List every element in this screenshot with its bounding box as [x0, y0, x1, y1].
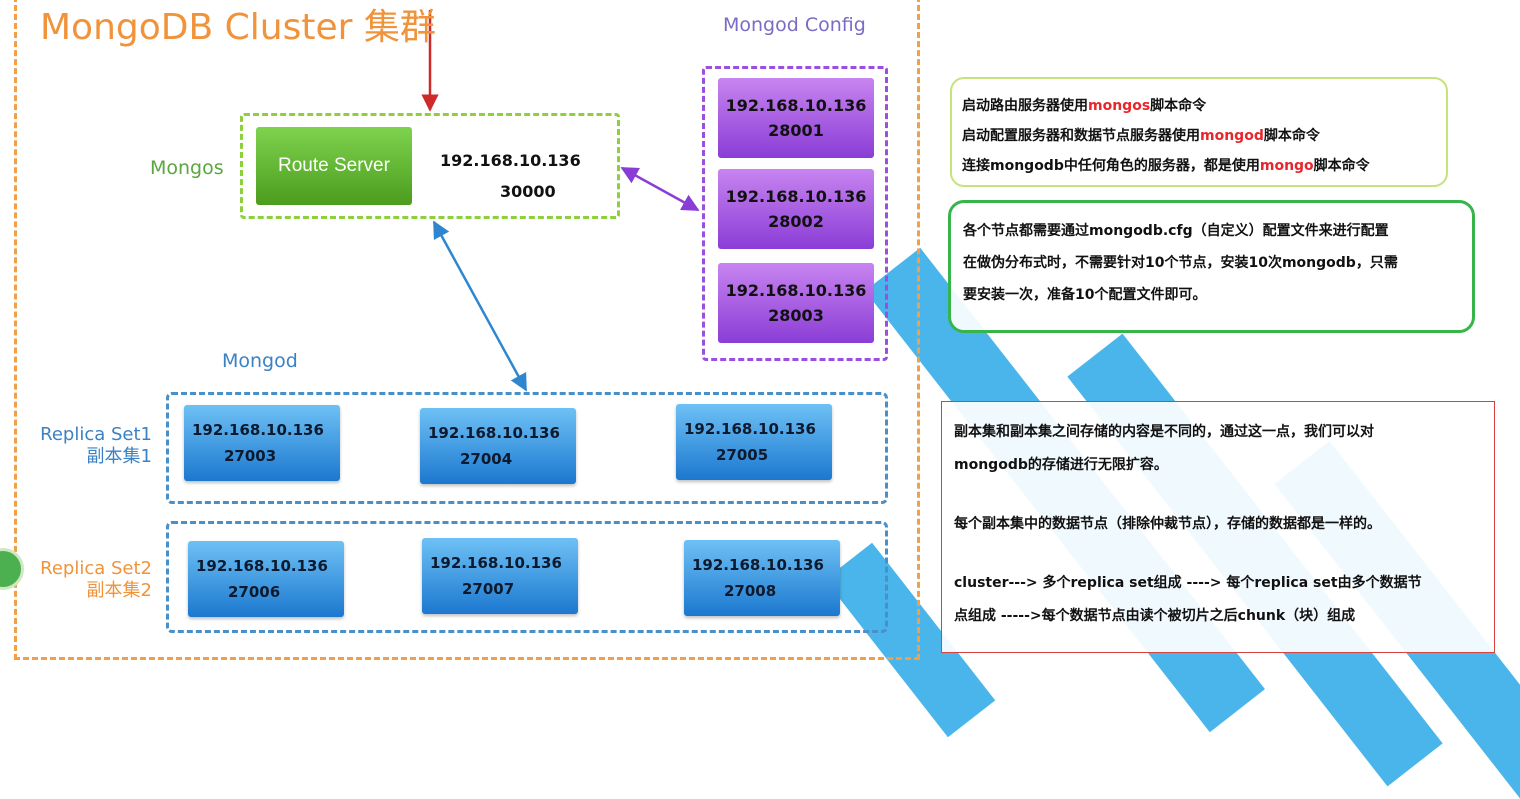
node-port: 27007: [462, 580, 515, 598]
node-ip: 192.168.10.136: [725, 281, 867, 300]
replica-set-name: Replica Set2: [40, 558, 152, 579]
node-ip: 192.168.10.136: [196, 557, 328, 575]
node-port: 28001: [768, 121, 824, 140]
replica-set-name-cn: 副本集1: [86, 446, 152, 467]
data-node: 192.168.10.136 27005: [676, 404, 832, 480]
note-line: mongodb的存储进行无限扩容。: [954, 457, 1168, 473]
node-ip: 192.168.10.136: [428, 424, 560, 442]
data-node: 192.168.10.136 27008: [684, 540, 840, 616]
mongod-label: Mongod: [222, 350, 298, 372]
node-port: 27004: [460, 450, 513, 468]
note-line: 各个节点都需要通过mongodb.cfg（自定义）配置文件来进行配置: [963, 223, 1389, 239]
route-server-label: Route Server: [278, 155, 390, 176]
route-server: Route Server: [256, 127, 412, 205]
note-replica: 副本集和副本集之间存储的内容是不同的，通过这一点，我们可以对 mongodb的存…: [941, 401, 1495, 653]
node-ip: 192.168.10.136: [725, 187, 867, 206]
note-line: 点组成 ----->每个数据节点由读个被切片之后chunk（块）组成: [954, 608, 1356, 624]
keyword: mongo: [1259, 158, 1314, 174]
node-port: 27005: [716, 446, 769, 464]
node-port: 27006: [228, 583, 281, 601]
data-node: 192.168.10.136 27007: [422, 538, 578, 614]
note-line: 连接mongodb中任何角色的服务器，都是使用mongo脚本命令: [962, 158, 1370, 174]
node-port: 27008: [724, 582, 777, 600]
note-line: 在做伪分布式时，不需要针对10个节点，安装10次mongodb，只需: [963, 255, 1398, 271]
node-ip: 192.168.10.136: [192, 421, 324, 439]
note-line: 要安装一次，准备10个配置文件即可。: [963, 287, 1207, 303]
node-port: 27003: [224, 447, 277, 465]
route-server-ip: 192.168.10.136: [440, 151, 581, 170]
data-node: 192.168.10.136 27006: [188, 541, 344, 617]
config-label: Mongod Config: [723, 14, 866, 36]
keyword: mongod: [1200, 128, 1264, 144]
data-node: 192.168.10.136 27003: [184, 405, 340, 481]
node-port: 28003: [768, 306, 824, 325]
note-config: 各个节点都需要通过mongodb.cfg（自定义）配置文件来进行配置 在做伪分布…: [948, 200, 1475, 333]
node-ip: 192.168.10.136: [430, 554, 562, 572]
replica-set-label: Replica Set2 副本集2: [40, 558, 152, 602]
note-line: cluster---> 多个replica set组成 ----> 每个repl…: [954, 575, 1422, 591]
note-line: 启动路由服务器使用mongos脚本命令: [962, 98, 1207, 114]
node-ip: 192.168.10.136: [725, 96, 867, 115]
config-node: 192.168.10.136 28002: [718, 169, 874, 249]
config-node: 192.168.10.136 28001: [718, 78, 874, 158]
node-ip: 192.168.10.136: [692, 556, 824, 574]
note-commands: 启动路由服务器使用mongos脚本命令 启动配置服务器和数据节点服务器使用mon…: [950, 77, 1448, 187]
replica-set-name-cn: 副本集2: [86, 580, 152, 601]
replica-set-label: Replica Set1 副本集1: [40, 424, 152, 468]
note-line: 每个副本集中的数据节点（排除仲裁节点），存储的数据都是一样的。: [954, 516, 1381, 532]
keyword: mongos: [1088, 98, 1151, 114]
replica-set-name: Replica Set1: [40, 424, 152, 445]
node-ip: 192.168.10.136: [684, 420, 816, 438]
route-server-port: 30000: [500, 182, 556, 201]
node-port: 28002: [768, 212, 824, 231]
config-node: 192.168.10.136 28003: [718, 263, 874, 343]
note-line: 副本集和副本集之间存储的内容是不同的，通过这一点，我们可以对: [954, 424, 1374, 440]
diagram-title: MongoDB Cluster 集群: [40, 7, 436, 48]
data-node: 192.168.10.136 27004: [420, 408, 576, 484]
mongos-label: Mongos: [150, 157, 224, 179]
note-line: 启动配置服务器和数据节点服务器使用mongod脚本命令: [962, 128, 1320, 144]
